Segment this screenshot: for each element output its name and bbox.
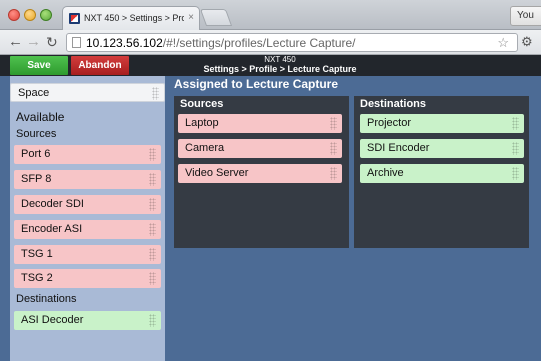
list-item-label: Archive — [367, 167, 404, 179]
list-item[interactable]: Projector — [360, 114, 524, 133]
list-item[interactable]: Video Server — [178, 164, 342, 183]
drag-handle-icon[interactable] — [152, 87, 159, 100]
drag-handle-icon[interactable] — [149, 198, 156, 211]
breadcrumb: Settings > Profile > Lecture Capture — [203, 64, 357, 74]
list-item[interactable]: TSG 2 — [14, 269, 161, 288]
reload-icon[interactable]: ↻ — [46, 33, 58, 51]
browser-toolbar: ← → ↻ 10.123.56.102/#!/settings/profiles… — [0, 30, 541, 55]
url-path: /#!/settings/profiles/Lecture Capture/ — [162, 36, 356, 50]
drag-handle-icon[interactable] — [330, 117, 337, 130]
zoom-window-icon[interactable] — [40, 9, 52, 21]
assigned-sources-heading: Sources — [180, 98, 224, 110]
drag-handle-icon[interactable] — [149, 314, 156, 327]
tab-close-icon[interactable]: × — [188, 12, 194, 23]
list-item[interactable]: Camera — [178, 139, 342, 158]
list-item-label: Camera — [185, 142, 225, 154]
sidebar-sources-heading: Sources — [16, 128, 57, 140]
page-icon — [72, 37, 81, 48]
space-item[interactable]: Space — [10, 83, 165, 102]
assigned-sources-panel: Sources Laptop Camera Video Server — [174, 96, 349, 248]
assigned-destinations-heading: Destinations — [360, 98, 427, 110]
drag-handle-icon[interactable] — [149, 248, 156, 261]
list-item[interactable]: ASI Decoder — [14, 311, 161, 330]
assigned-destinations-panel: Destinations Projector SDI Encoder Archi… — [354, 96, 529, 248]
list-item-label: Encoder ASI — [21, 223, 83, 235]
available-sidebar: Space Available Sources Port 6 SFP 8 Dec… — [10, 76, 165, 361]
wrench-icon[interactable]: ⚙ — [521, 34, 533, 50]
drag-handle-icon[interactable] — [512, 117, 519, 130]
favicon-icon — [69, 13, 80, 24]
app-body: Save Abandon NXT 450 Settings > Profile … — [0, 55, 541, 361]
minimize-window-icon[interactable] — [24, 9, 36, 21]
drag-handle-icon[interactable] — [149, 148, 156, 161]
drag-handle-icon[interactable] — [149, 272, 156, 285]
drag-handle-icon[interactable] — [330, 142, 337, 155]
new-tab-button[interactable] — [199, 9, 233, 26]
space-label: Space — [18, 87, 50, 99]
list-item[interactable]: SDI Encoder — [360, 139, 524, 158]
app-toolbar: Save Abandon NXT 450 Settings > Profile … — [0, 55, 541, 76]
list-item[interactable]: Archive — [360, 164, 524, 183]
drag-handle-icon[interactable] — [149, 173, 156, 186]
browser-tab-bar: NXT 450 > Settings > Profi × You — [0, 0, 541, 30]
user-profile-button[interactable]: You — [510, 6, 541, 26]
list-item-label: SDI Encoder — [367, 142, 430, 154]
list-item-label: Projector — [367, 117, 412, 129]
bookmark-star-icon[interactable]: ☆ — [497, 35, 509, 51]
url-text[interactable]: 10.123.56.102/#!/settings/profiles/Lectu… — [86, 36, 356, 50]
list-item-label: Video Server — [185, 167, 249, 179]
device-name: NXT 450 — [264, 55, 296, 64]
address-bar[interactable]: 10.123.56.102/#!/settings/profiles/Lectu… — [66, 33, 518, 52]
abandon-button[interactable]: Abandon — [71, 56, 129, 75]
available-heading: Available — [16, 110, 65, 124]
list-item-label: Laptop — [185, 117, 219, 129]
page-title: Assigned to Lecture Capture — [174, 77, 339, 91]
list-item[interactable]: Port 6 — [14, 145, 161, 164]
save-button[interactable]: Save — [10, 56, 68, 75]
drag-handle-icon[interactable] — [512, 142, 519, 155]
list-item[interactable]: SFP 8 — [14, 170, 161, 189]
list-item[interactable]: TSG 1 — [14, 245, 161, 264]
tab-title: NXT 450 > Settings > Profi — [84, 13, 184, 23]
forward-arrow-icon[interactable]: → — [26, 33, 41, 51]
list-item[interactable]: Encoder ASI — [14, 220, 161, 239]
list-item[interactable]: Laptop — [178, 114, 342, 133]
browser-tab[interactable]: NXT 450 > Settings > Profi × — [62, 6, 200, 30]
list-item-label: ASI Decoder — [21, 314, 84, 326]
drag-handle-icon[interactable] — [330, 167, 337, 180]
list-item-label: Port 6 — [21, 148, 51, 160]
list-item[interactable]: Decoder SDI — [14, 195, 161, 214]
sidebar-destinations-heading: Destinations — [16, 293, 77, 305]
list-item-label: SFP 8 — [21, 173, 52, 185]
drag-handle-icon[interactable] — [149, 223, 156, 236]
list-item-label: TSG 2 — [21, 272, 53, 284]
drag-handle-icon[interactable] — [512, 167, 519, 180]
back-arrow-icon[interactable]: ← — [8, 33, 23, 51]
list-item-label: TSG 1 — [21, 248, 53, 260]
list-item-label: Decoder SDI — [21, 198, 84, 210]
close-window-icon[interactable] — [8, 9, 20, 21]
url-host: 10.123.56.102 — [86, 36, 163, 50]
